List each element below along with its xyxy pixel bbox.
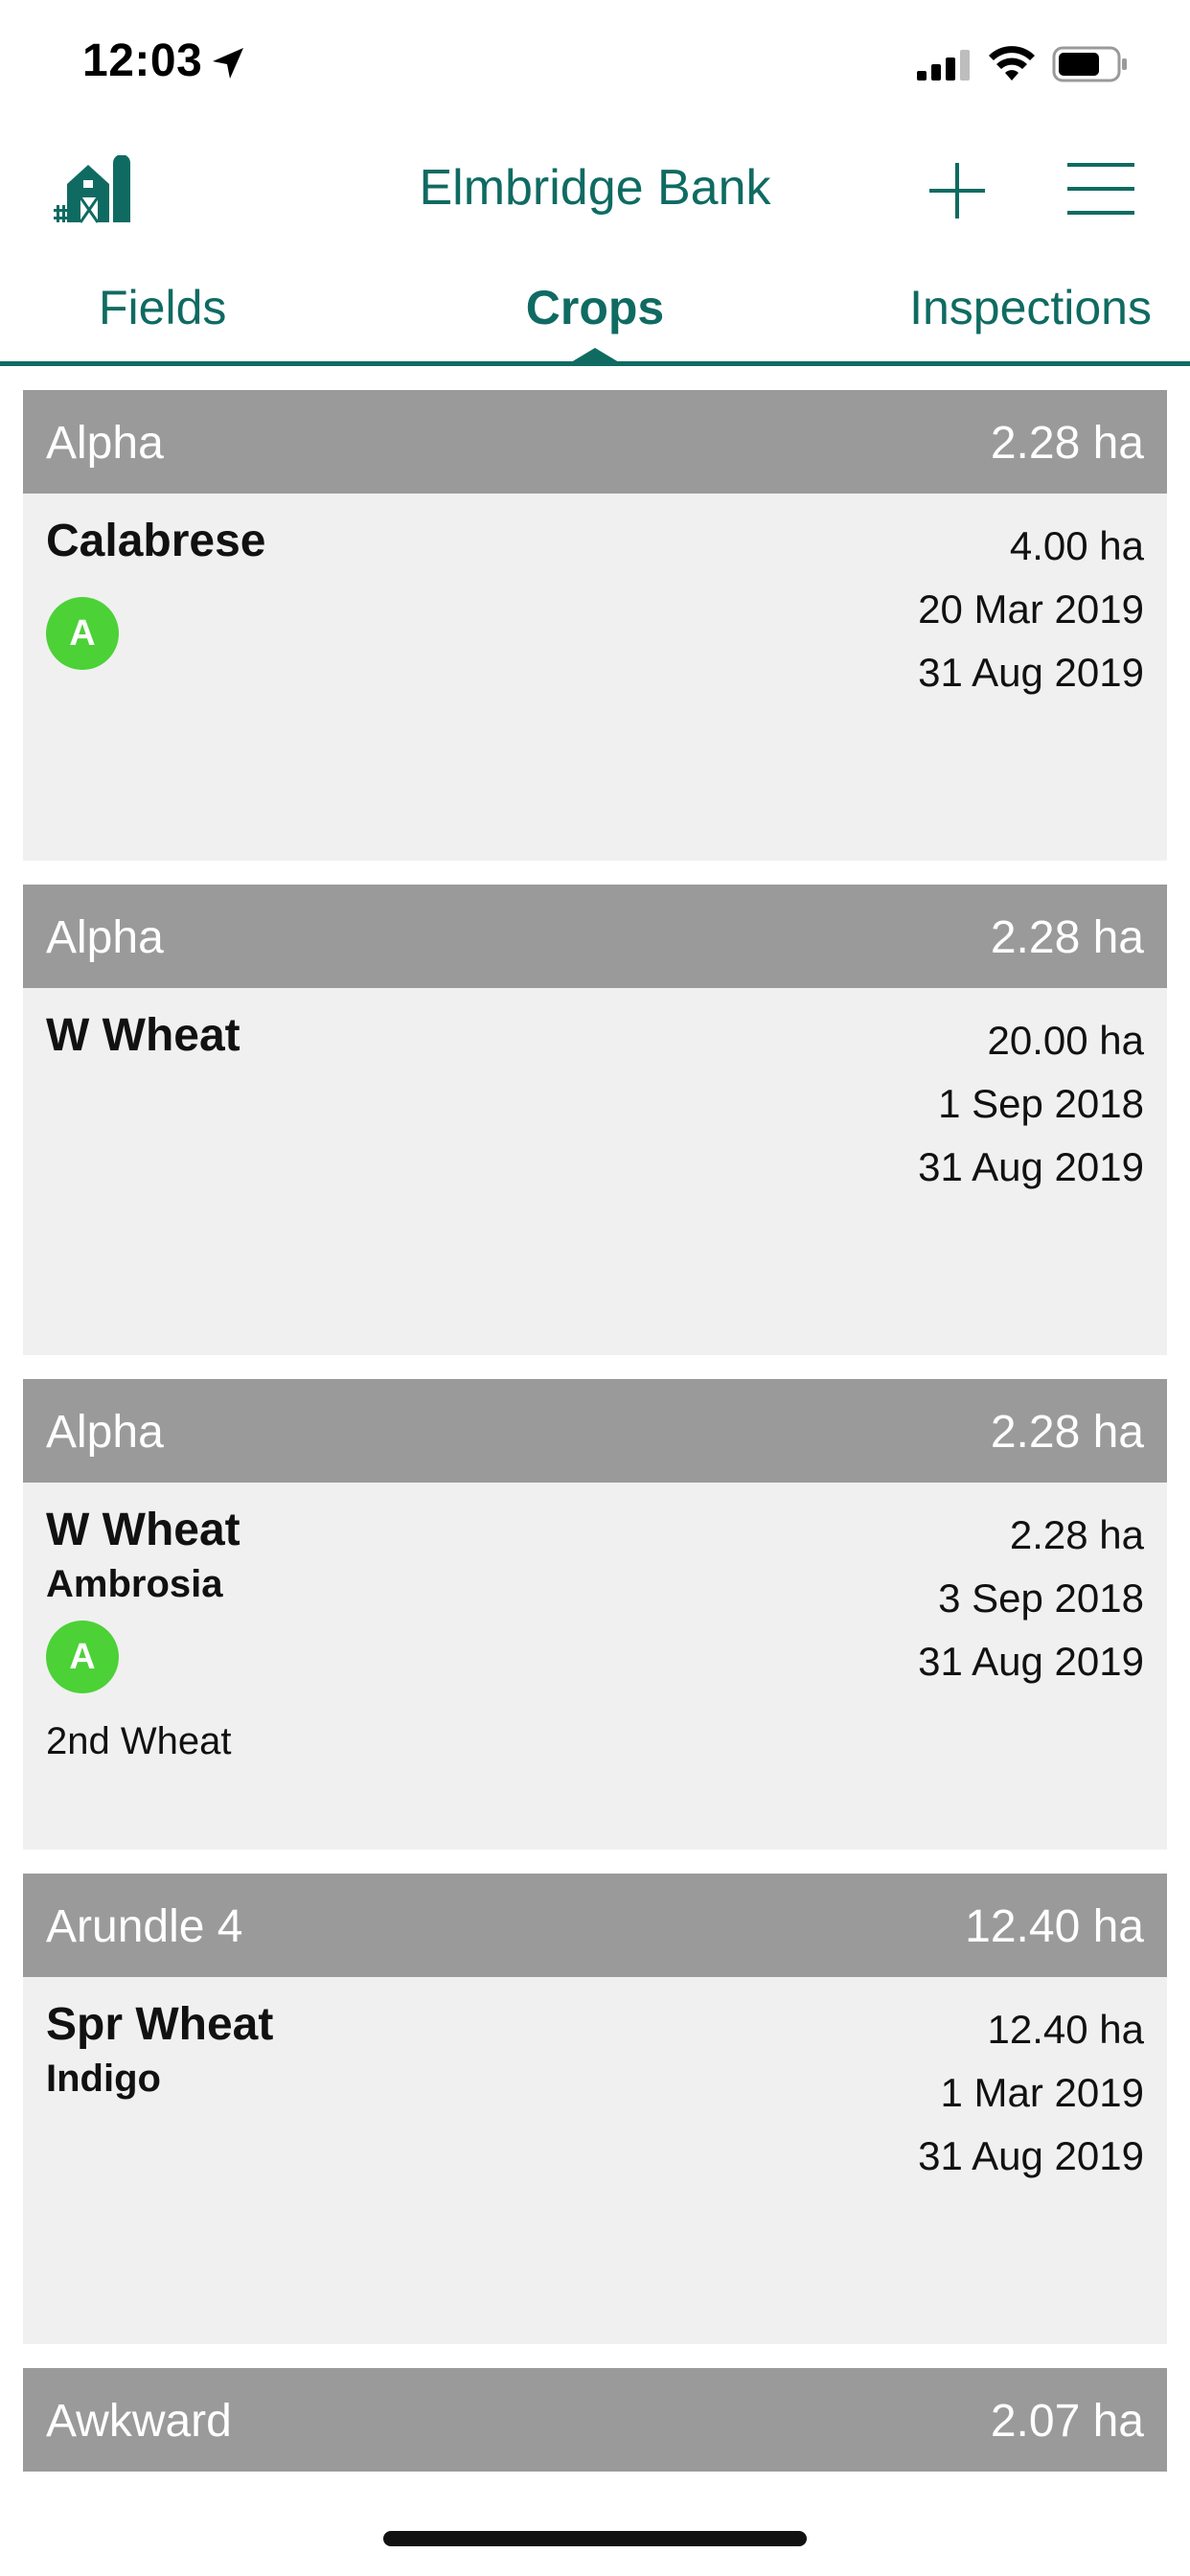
card-header: Awkward 2.07 ha bbox=[23, 2368, 1167, 2472]
crop-note: 2nd Wheat bbox=[46, 1720, 232, 1762]
card-body: Calabrese A 4.00 ha 20 Mar 2019 31 Aug 2… bbox=[23, 494, 1167, 861]
status-badge: A bbox=[46, 1621, 119, 1693]
hamburger-menu-icon[interactable] bbox=[1067, 159, 1134, 218]
end-date: 31 Aug 2019 bbox=[918, 650, 1144, 695]
end-date: 31 Aug 2019 bbox=[918, 1144, 1144, 1189]
selected-tab-indicator bbox=[566, 348, 624, 365]
card-body: W Wheat Ambrosia A 2nd Wheat 2.28 ha 3 S… bbox=[23, 1483, 1167, 1850]
crop-name: W Wheat bbox=[46, 1505, 240, 1555]
start-date: 1 Sep 2018 bbox=[938, 1081, 1144, 1126]
app-header: Elmbridge Bank bbox=[0, 126, 1190, 251]
tab-bar: Fields Crops Inspections bbox=[0, 251, 1190, 366]
page-title: Elmbridge Bank bbox=[419, 160, 771, 216]
location-arrow-icon bbox=[213, 48, 243, 79]
add-button[interactable] bbox=[926, 159, 989, 222]
crop-area: 4.00 ha bbox=[1009, 523, 1144, 568]
status-badge: A bbox=[46, 597, 119, 670]
signal-icon bbox=[917, 50, 970, 80]
battery-icon bbox=[1052, 46, 1127, 82]
crop-card[interactable]: Alpha 2.28 ha W Wheat Ambrosia A 2nd Whe… bbox=[23, 1379, 1167, 1850]
crop-name: Calabrese bbox=[46, 516, 266, 566]
crop-details: 12.40 ha 1 Mar 2019 31 Aug 2019 bbox=[918, 1998, 1144, 2188]
field-area: 2.28 ha bbox=[990, 912, 1144, 963]
card-header: Alpha 2.28 ha bbox=[23, 390, 1167, 494]
card-body: W Wheat 20.00 ha 1 Sep 2018 31 Aug 2019 bbox=[23, 988, 1167, 1355]
crop-variety: Indigo bbox=[46, 2058, 161, 2100]
crop-name: W Wheat bbox=[46, 1010, 240, 1061]
crop-name: Spr Wheat bbox=[46, 1999, 274, 2050]
crop-card[interactable]: Alpha 2.28 ha W Wheat 20.00 ha 1 Sep 201… bbox=[23, 885, 1167, 1355]
end-date: 31 Aug 2019 bbox=[918, 2133, 1144, 2178]
card-header: Arundle 4 12.40 ha bbox=[23, 1874, 1167, 1977]
start-date: 3 Sep 2018 bbox=[938, 1576, 1144, 1621]
field-area: 2.28 ha bbox=[990, 418, 1144, 469]
crop-card[interactable]: Awkward 2.07 ha bbox=[23, 2368, 1167, 2472]
crop-details: 4.00 ha 20 Mar 2019 31 Aug 2019 bbox=[918, 515, 1144, 704]
start-date: 20 Mar 2019 bbox=[918, 586, 1144, 632]
field-name: Alpha bbox=[46, 418, 164, 469]
card-header: Alpha 2.28 ha bbox=[23, 885, 1167, 988]
crop-details: 20.00 ha 1 Sep 2018 31 Aug 2019 bbox=[918, 1009, 1144, 1199]
tab-inspections[interactable]: Inspections bbox=[909, 280, 1152, 335]
crop-card[interactable]: Alpha 2.28 ha Calabrese A 4.00 ha 20 Mar… bbox=[23, 390, 1167, 861]
field-area: 12.40 ha bbox=[965, 1901, 1144, 1952]
field-name: Alpha bbox=[46, 1407, 164, 1458]
wifi-icon bbox=[989, 46, 1035, 80]
card-header: Alpha 2.28 ha bbox=[23, 1379, 1167, 1483]
field-name: Awkward bbox=[46, 2396, 232, 2447]
home-indicator[interactable] bbox=[383, 2531, 807, 2546]
status-time: 12:03 bbox=[82, 35, 203, 86]
field-area: 2.28 ha bbox=[990, 1407, 1144, 1458]
crop-card[interactable]: Arundle 4 12.40 ha Spr Wheat Indigo 12.4… bbox=[23, 1874, 1167, 2344]
crop-area: 20.00 ha bbox=[987, 1018, 1145, 1063]
card-body: Spr Wheat Indigo 12.40 ha 1 Mar 2019 31 … bbox=[23, 1977, 1167, 2344]
field-area: 2.07 ha bbox=[990, 2396, 1144, 2447]
field-name: Alpha bbox=[46, 912, 164, 963]
status-bar: 12:03 bbox=[0, 0, 1190, 126]
start-date: 1 Mar 2019 bbox=[940, 2070, 1144, 2115]
crop-variety: Ambrosia bbox=[46, 1563, 223, 1605]
crop-area: 2.28 ha bbox=[1009, 1512, 1144, 1557]
field-name: Arundle 4 bbox=[46, 1901, 243, 1952]
crop-details: 2.28 ha 3 Sep 2018 31 Aug 2019 bbox=[918, 1504, 1144, 1693]
crop-area: 12.40 ha bbox=[987, 2007, 1145, 2052]
end-date: 31 Aug 2019 bbox=[918, 1639, 1144, 1684]
crop-list: Alpha 2.28 ha Calabrese A 4.00 ha 20 Mar… bbox=[23, 390, 1167, 2496]
